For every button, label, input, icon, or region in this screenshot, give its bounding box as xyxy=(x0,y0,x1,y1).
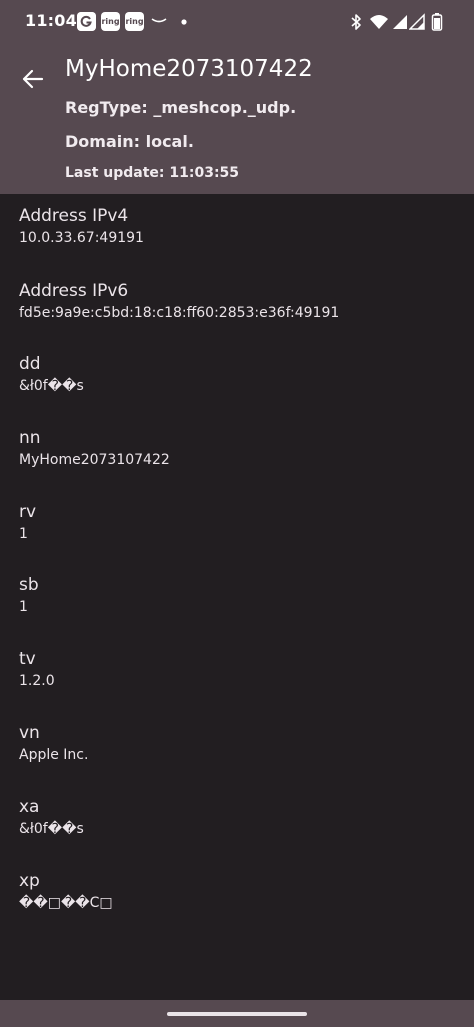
list-item: tv 1.2.0 xyxy=(19,648,459,691)
attribute-list: Address IPv4 10.0.33.67:49191 Address IP… xyxy=(0,194,474,1000)
attribute-value: fd5e:9a9e:c5bd:18:c18:ff60:2853:e36f:491… xyxy=(19,305,340,321)
list-item: sb 1 xyxy=(19,574,459,617)
back-button[interactable] xyxy=(18,64,48,94)
attribute-key: Address IPv4 xyxy=(19,206,129,226)
attribute-value: 10.0.33.67:49191 xyxy=(19,230,144,246)
domain-label: Domain: local. xyxy=(65,132,194,151)
attribute-value: Apple Inc. xyxy=(19,747,89,763)
navigation-bar xyxy=(0,1000,474,1027)
attribute-value: &ł0f��s xyxy=(19,821,84,837)
list-item: Address IPv4 10.0.33.67:49191 xyxy=(19,205,459,248)
page-title: MyHome2073107422 xyxy=(65,56,313,82)
system-icons xyxy=(349,12,449,32)
bluetooth-icon xyxy=(351,14,361,30)
arrow-back-icon xyxy=(22,69,44,89)
amazon-icon xyxy=(151,18,167,23)
list-item: Address IPv6 fd5e:9a9e:c5bd:18:c18:ff60:… xyxy=(19,280,459,323)
attribute-value: ��□��C□ xyxy=(19,895,113,911)
list-item: nn MyHome2073107422 xyxy=(19,427,459,470)
wifi-icon xyxy=(370,15,388,29)
battery-icon xyxy=(431,13,443,31)
signal-icon xyxy=(409,13,425,30)
ring-icon-label: ring xyxy=(125,17,144,26)
attribute-key: Address IPv6 xyxy=(19,281,129,301)
dot-icon xyxy=(181,19,187,25)
list-item: rv 1 xyxy=(19,501,459,544)
attribute-value: 1 xyxy=(19,526,28,542)
attribute-value: 1.2.0 xyxy=(19,673,55,689)
reg-type-label: RegType: _meshcop._udp. xyxy=(65,98,297,117)
last-update-label: Last update: 11:03:55 xyxy=(65,165,240,181)
status-bar: 11:04 ring ring xyxy=(0,0,474,44)
list-item: xa &ł0f��s xyxy=(19,796,459,839)
list-item: xp ��□��C□ xyxy=(19,870,459,913)
list-item: dd &ł0f��s xyxy=(19,353,459,396)
list-item: vn Apple Inc. xyxy=(19,722,459,765)
signal-icon xyxy=(393,15,407,29)
attribute-value: MyHome2073107422 xyxy=(19,452,170,468)
attribute-value: &ł0f��s xyxy=(19,378,84,394)
ring-icon: ring xyxy=(125,12,144,31)
ring-icon: ring xyxy=(101,12,120,31)
attribute-value: 1 xyxy=(19,599,28,615)
attribute-key: nn xyxy=(19,428,41,448)
google-icon xyxy=(77,12,96,31)
attribute-key: xp xyxy=(19,871,40,891)
status-time: 11:04 xyxy=(25,11,77,30)
attribute-key: vn xyxy=(19,723,40,743)
attribute-key: tv xyxy=(19,649,36,669)
ring-icon-label: ring xyxy=(101,17,120,26)
app-bar: MyHome2073107422 RegType: _meshcop._udp.… xyxy=(0,44,474,194)
attribute-key: rv xyxy=(19,502,37,522)
attribute-key: dd xyxy=(19,354,41,374)
home-gesture-handle[interactable] xyxy=(167,1012,307,1016)
attribute-key: sb xyxy=(19,575,39,595)
attribute-key: xa xyxy=(19,797,40,817)
